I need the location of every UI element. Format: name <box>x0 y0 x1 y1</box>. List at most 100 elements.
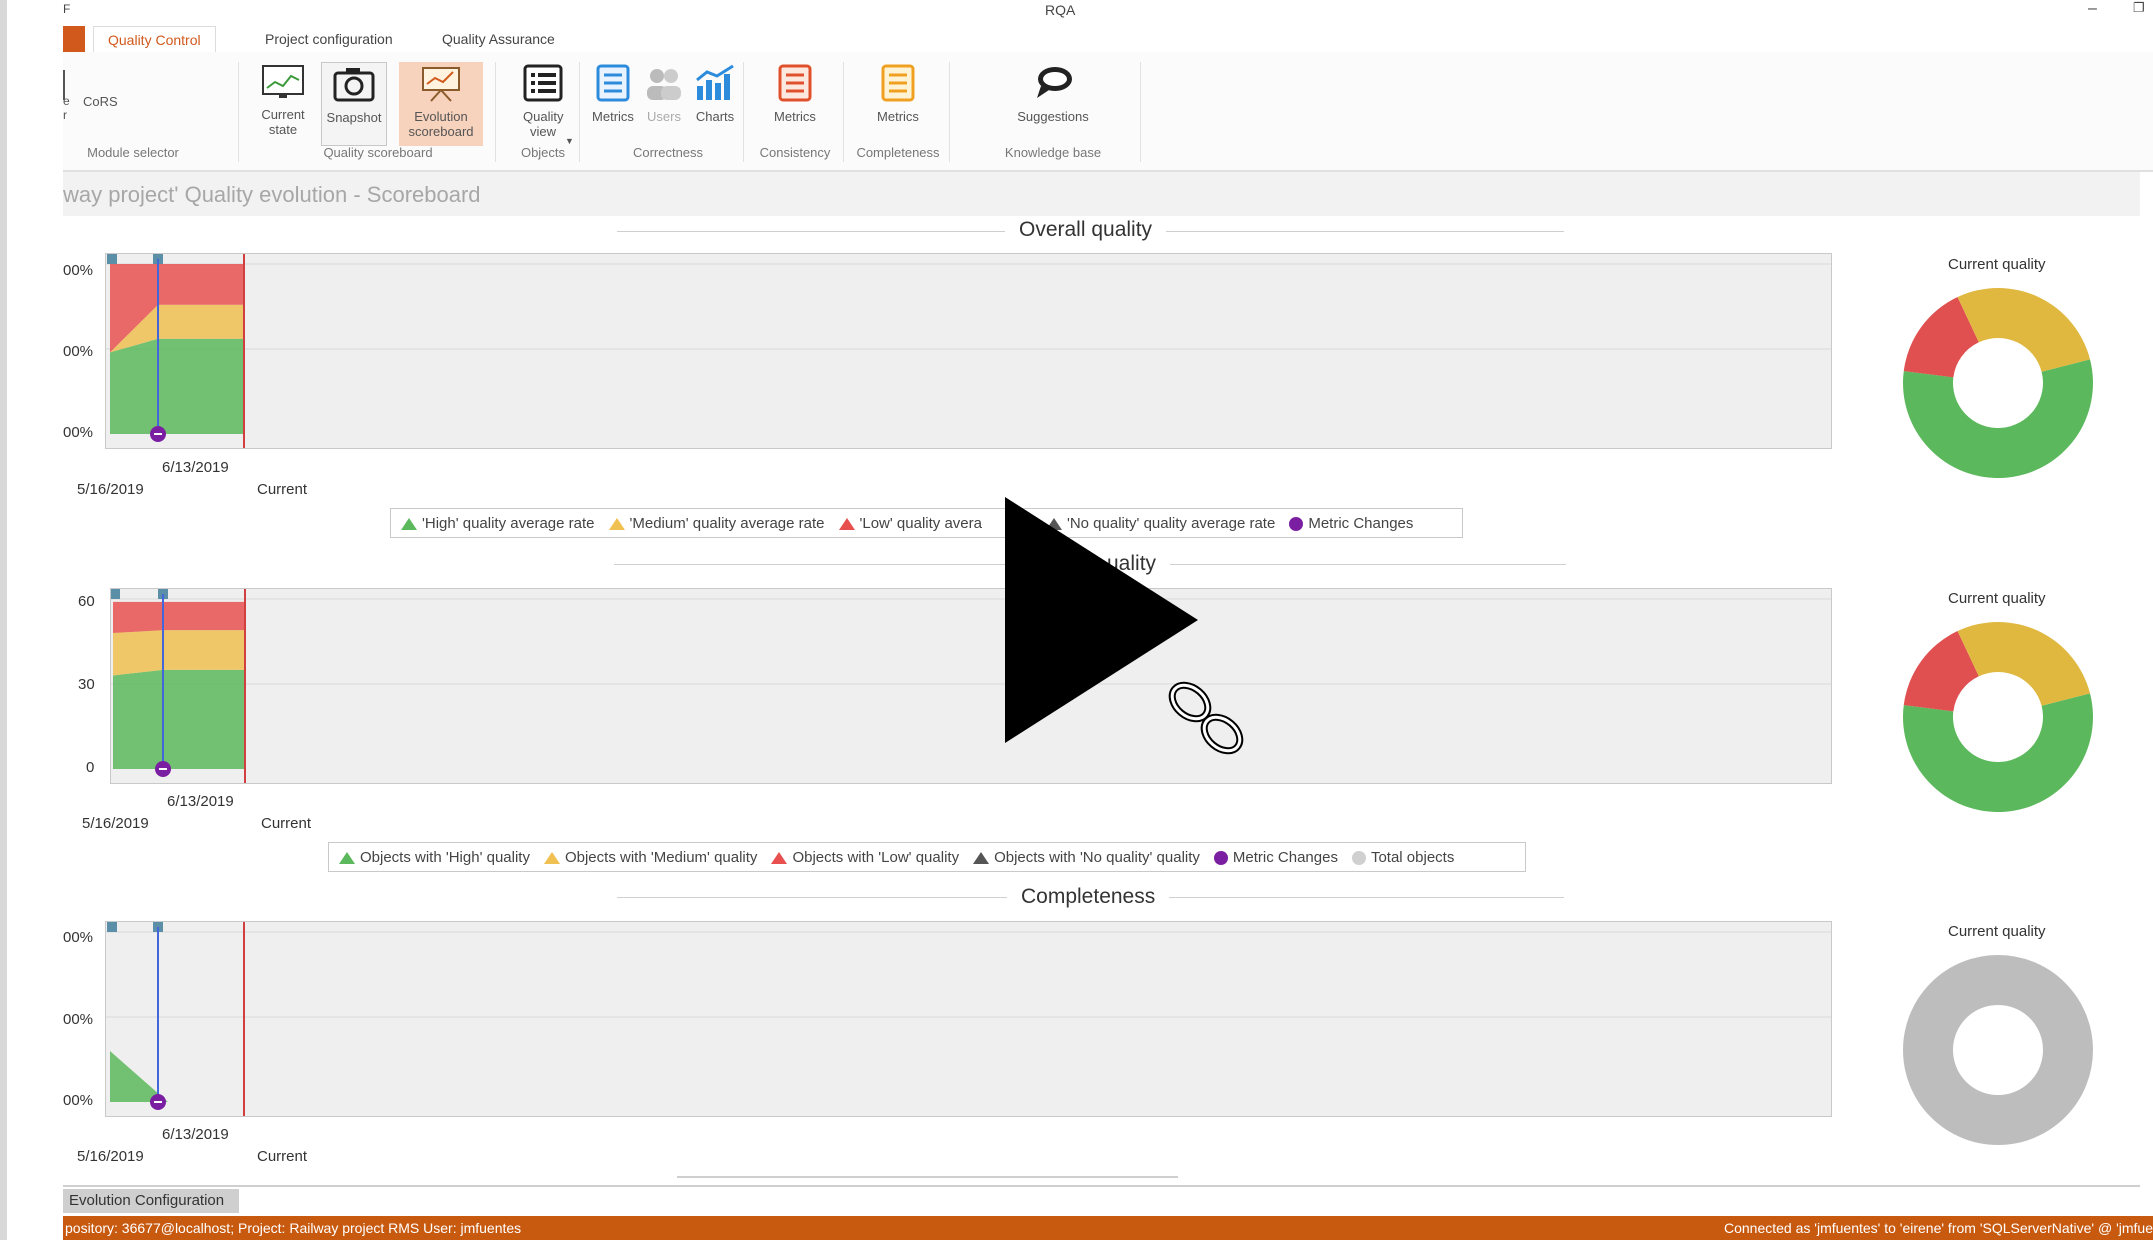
ribbon-separator <box>949 62 950 162</box>
correctness-metrics-label: Metrics <box>592 109 634 124</box>
x-tick-label: 5/16/2019 <box>82 815 149 832</box>
list-icon <box>523 64 563 102</box>
bar-chart-icon <box>696 64 734 100</box>
x-tick-label: 5/16/2019 <box>77 1148 144 1165</box>
legend-item-high[interactable]: Objects with 'High' quality <box>339 849 530 866</box>
legend-item-metric-changes[interactable]: Metric Changes <box>1213 848 1338 866</box>
legend-label: Metric Changes <box>1232 848 1338 866</box>
y-tick-label: 0 <box>86 759 95 776</box>
legend-item-medium[interactable]: 'Medium' quality average rate <box>608 514 825 532</box>
section-title-completeness: Completeness <box>1007 885 1170 909</box>
module-selector-value[interactable]: CoRS <box>83 94 118 109</box>
legend-item-low[interactable]: 'Low' quality avera <box>838 514 982 532</box>
current-state-button[interactable]: Current state <box>253 64 313 137</box>
speech-bubble-icon <box>1037 67 1072 98</box>
y-tick-label: 30 <box>78 676 95 693</box>
metrics-red-icon <box>778 64 812 102</box>
x-tick-label: 6/13/2019 <box>162 459 229 476</box>
overall-chart <box>106 254 1831 448</box>
total-dot-icon <box>1351 850 1366 865</box>
metric-dot-icon <box>1213 850 1228 865</box>
legend-label: Objects with 'Medium' quality <box>564 848 758 866</box>
overall-plot-area <box>105 253 1832 449</box>
minimize-icon[interactable]: – <box>2088 0 2097 18</box>
metrics-orange-icon <box>881 64 915 102</box>
completeness-metrics-label: Metrics <box>877 109 919 124</box>
donut-slice <box>1903 359 2093 478</box>
camera-icon <box>333 68 375 102</box>
x-tick-label: 6/13/2019 <box>162 1126 229 1143</box>
current-state-icon <box>262 65 304 98</box>
x-tick-label: Current <box>257 1148 308 1165</box>
group-objects: Objects <box>520 145 566 160</box>
ribbon-separator <box>495 62 496 162</box>
group-consistency: Consistency <box>759 145 831 160</box>
tab-quality-assurance[interactable]: Quality Assurance <box>428 26 569 52</box>
quality-view-label: Quality view <box>523 109 564 139</box>
app-corner-glyph: F <box>63 2 71 16</box>
donut-slice <box>1957 288 2091 372</box>
completeness-donut <box>1903 955 2093 1145</box>
link-icon[interactable] <box>1160 670 1260 770</box>
status-left-text: pository: 36677@localhost; Project: Rail… <box>65 1220 522 1236</box>
legend-label: 'Low' quality avera <box>859 514 982 532</box>
page-header: way project' Quality evolution - Scorebo… <box>63 172 2140 216</box>
overall-legend: 'High' quality average rate 'Medium' qua… <box>390 508 1463 538</box>
app-menu-button[interactable] <box>63 26 85 52</box>
window-left-edge <box>0 0 7 1240</box>
charts-button[interactable]: Charts <box>687 64 743 124</box>
horizontal-scrollbar[interactable] <box>677 1176 1178 1178</box>
evolution-scoreboard-button[interactable]: Evolution scoreboard <box>399 62 483 146</box>
low-triangle-icon <box>838 517 855 530</box>
objects-chart <box>110 589 1831 783</box>
suggestions-button[interactable]: Suggestions <box>1003 64 1103 124</box>
tab-project-configuration[interactable]: Project configuration <box>251 26 407 52</box>
users-button[interactable]: Users <box>636 64 692 124</box>
area-high <box>113 669 245 769</box>
high-triangle-icon <box>339 851 355 864</box>
snapshot-marker <box>107 254 117 264</box>
current-state-label: Current state <box>261 107 305 137</box>
x-tick-label: Current <box>261 815 312 832</box>
tab-quality-control[interactable]: Quality Control <box>93 26 216 54</box>
metrics-blue-icon <box>596 64 630 102</box>
legend-item-low[interactable]: Objects with 'Low' quality <box>771 849 959 866</box>
group-quality-scoreboard: Quality scoreboard <box>323 145 433 160</box>
medium-triangle-icon <box>608 517 625 530</box>
group-module-selector-label: Module selector <box>87 145 179 160</box>
area-low <box>113 601 245 633</box>
easel-chart-icon <box>422 67 460 102</box>
area-medium <box>113 630 245 676</box>
ribbon: er CoRS Module selector Current state Sn… <box>63 52 2153 172</box>
legend-label: Objects with 'Low' quality <box>792 848 960 866</box>
users-label: Users <box>647 109 681 124</box>
legend-item-medium[interactable]: Objects with 'Medium' quality <box>543 848 758 866</box>
legend-label: Total objects <box>1370 848 1455 866</box>
maximize-icon[interactable]: ❐ <box>2133 0 2145 16</box>
charts-label: Charts <box>695 109 735 124</box>
donut-slice <box>1903 955 2093 1145</box>
legend-item-no-quality[interactable]: Objects with 'No quality' quality <box>973 849 1200 866</box>
evolution-configuration-tab[interactable]: Evolution Configuration <box>63 1189 239 1213</box>
legend-label: 'Medium' quality average rate <box>629 514 825 532</box>
y-tick-label: 00% <box>63 424 94 441</box>
quality-view-button[interactable]: Quality view ▼ <box>503 64 583 146</box>
module-selector-glyphs: er <box>63 94 70 122</box>
completeness-metrics-button[interactable]: Metrics <box>866 64 930 124</box>
legend-item-metric-changes[interactable]: Metric Changes <box>1289 515 1413 532</box>
legend-item-total-objects[interactable]: Total objects <box>1351 848 1455 866</box>
ribbon-separator <box>238 62 239 162</box>
ribbon-separator <box>1140 62 1141 162</box>
x-tick-label: Current <box>257 481 308 498</box>
objects-donut <box>1903 622 2093 812</box>
legend-item-high[interactable]: 'High' quality average rate <box>401 515 595 532</box>
y-tick-label: 00% <box>63 1011 94 1028</box>
legend-label: 'High' quality average rate <box>422 514 595 532</box>
legend-label: Metric Changes <box>1308 514 1414 532</box>
consistency-metrics-button[interactable]: Metrics <box>763 64 827 124</box>
snapshot-button[interactable]: Snapshot <box>321 62 387 146</box>
correctness-metrics-button[interactable]: Metrics <box>585 64 641 124</box>
y-tick-label: 60 <box>78 593 95 610</box>
x-tick-label: 6/13/2019 <box>167 793 234 810</box>
status-bar: pository: 36677@localhost; Project: Rail… <box>63 1216 2153 1240</box>
